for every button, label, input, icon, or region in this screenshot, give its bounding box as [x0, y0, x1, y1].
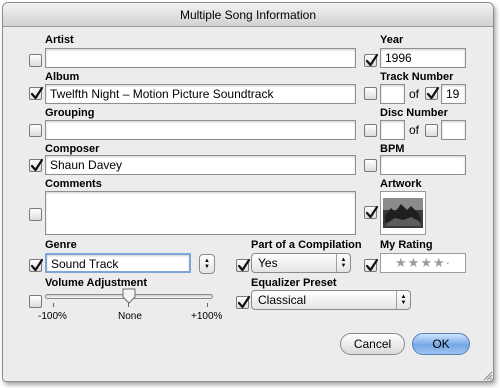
- genre-field[interactable]: Sound Track: [45, 253, 191, 273]
- year-field[interactable]: 1996: [380, 48, 466, 68]
- eq-value: Classical: [258, 293, 307, 307]
- comments-checkbox[interactable]: [29, 208, 42, 221]
- ok-button[interactable]: OK: [412, 333, 470, 355]
- artist-field[interactable]: [45, 48, 356, 68]
- album-checkbox[interactable]: [29, 86, 44, 100]
- grouping-field[interactable]: [45, 120, 356, 140]
- disc-number-field[interactable]: [380, 120, 405, 140]
- artwork-label: Artwork: [380, 178, 422, 190]
- comments-label: Comments: [45, 178, 102, 190]
- rating-checkbox[interactable]: [364, 258, 379, 272]
- checkmark-icon: [365, 258, 379, 272]
- eq-checkbox[interactable]: [236, 295, 251, 309]
- volume-checkbox[interactable]: [29, 295, 42, 308]
- checkmark-icon: [30, 158, 44, 172]
- comments-field[interactable]: [45, 191, 356, 235]
- checkmark-icon: [365, 205, 379, 219]
- track-number-field[interactable]: [380, 84, 405, 104]
- volume-min-label: -100%: [38, 311, 67, 322]
- slider-tick: [207, 303, 208, 307]
- track-total-field[interactable]: 19: [441, 84, 466, 104]
- checkmark-icon: [30, 258, 44, 272]
- genre-label: Genre: [45, 239, 77, 251]
- album-label: Album: [45, 71, 80, 83]
- bpm-field[interactable]: [380, 155, 466, 175]
- composer-checkbox[interactable]: [29, 158, 44, 172]
- compilation-checkbox[interactable]: [236, 258, 251, 272]
- composer-label: Composer: [45, 143, 100, 155]
- slider-tick: [53, 303, 54, 307]
- cancel-button[interactable]: Cancel: [340, 333, 405, 355]
- compilation-value: Yes: [258, 256, 278, 270]
- volume-slider-thumb[interactable]: [122, 288, 136, 304]
- track-number-checkbox[interactable]: [364, 87, 377, 100]
- track-label: Track Number: [380, 71, 454, 83]
- rating-stars[interactable]: ★★★★·: [380, 253, 466, 273]
- volume-max-label: +100%: [191, 311, 223, 322]
- genre-stepper[interactable]: ▲ ▼: [199, 254, 215, 274]
- checkmark-icon: [365, 53, 379, 67]
- disc-of-label: of: [409, 123, 420, 137]
- disc-total-field[interactable]: [441, 120, 466, 140]
- album-art-image: [383, 198, 423, 228]
- bpm-label: BPM: [380, 143, 405, 155]
- resize-grip-icon[interactable]: [481, 369, 493, 381]
- checkmark-icon: [30, 86, 44, 100]
- eq-label: Equalizer Preset: [251, 277, 337, 289]
- genre-checkbox[interactable]: [29, 258, 44, 272]
- artwork-well[interactable]: [380, 191, 426, 235]
- bpm-checkbox[interactable]: [364, 159, 377, 172]
- artist-checkbox[interactable]: [29, 54, 42, 67]
- checkmark-icon: [237, 258, 251, 272]
- year-label: Year: [380, 34, 404, 46]
- checkmark-icon: [426, 86, 440, 100]
- disc-number-checkbox[interactable]: [364, 124, 377, 137]
- stepper-arrows-icon: ▲ ▼: [204, 258, 210, 270]
- year-checkbox[interactable]: [364, 53, 379, 67]
- artist-label: Artist: [45, 34, 74, 46]
- eq-popup[interactable]: Classical ▲ ▼: [251, 290, 411, 310]
- disc-label: Disc Number: [380, 107, 448, 119]
- track-total-checkbox[interactable]: [425, 86, 440, 100]
- dialog-window: Multiple Song Information Artist Album T…: [2, 2, 494, 382]
- composer-field[interactable]: Shaun Davey: [45, 155, 356, 175]
- artwork-checkbox[interactable]: [364, 205, 379, 219]
- popup-arrows-icon: ▲ ▼: [336, 254, 350, 272]
- popup-arrows-icon: ▲ ▼: [396, 291, 410, 309]
- grouping-checkbox[interactable]: [29, 124, 42, 137]
- track-of-label: of: [409, 87, 420, 101]
- album-field[interactable]: Twelfth Night – Motion Picture Soundtrac…: [45, 84, 356, 104]
- compilation-label: Part of a Compilation: [251, 239, 362, 251]
- volume-mid-label: None: [118, 311, 142, 322]
- grouping-label: Grouping: [45, 107, 95, 119]
- compilation-popup[interactable]: Yes ▲ ▼: [251, 253, 351, 273]
- disc-total-checkbox[interactable]: [425, 124, 438, 137]
- rating-label: My Rating: [380, 239, 433, 251]
- window-title: Multiple Song Information: [3, 3, 493, 27]
- checkmark-icon: [237, 295, 251, 309]
